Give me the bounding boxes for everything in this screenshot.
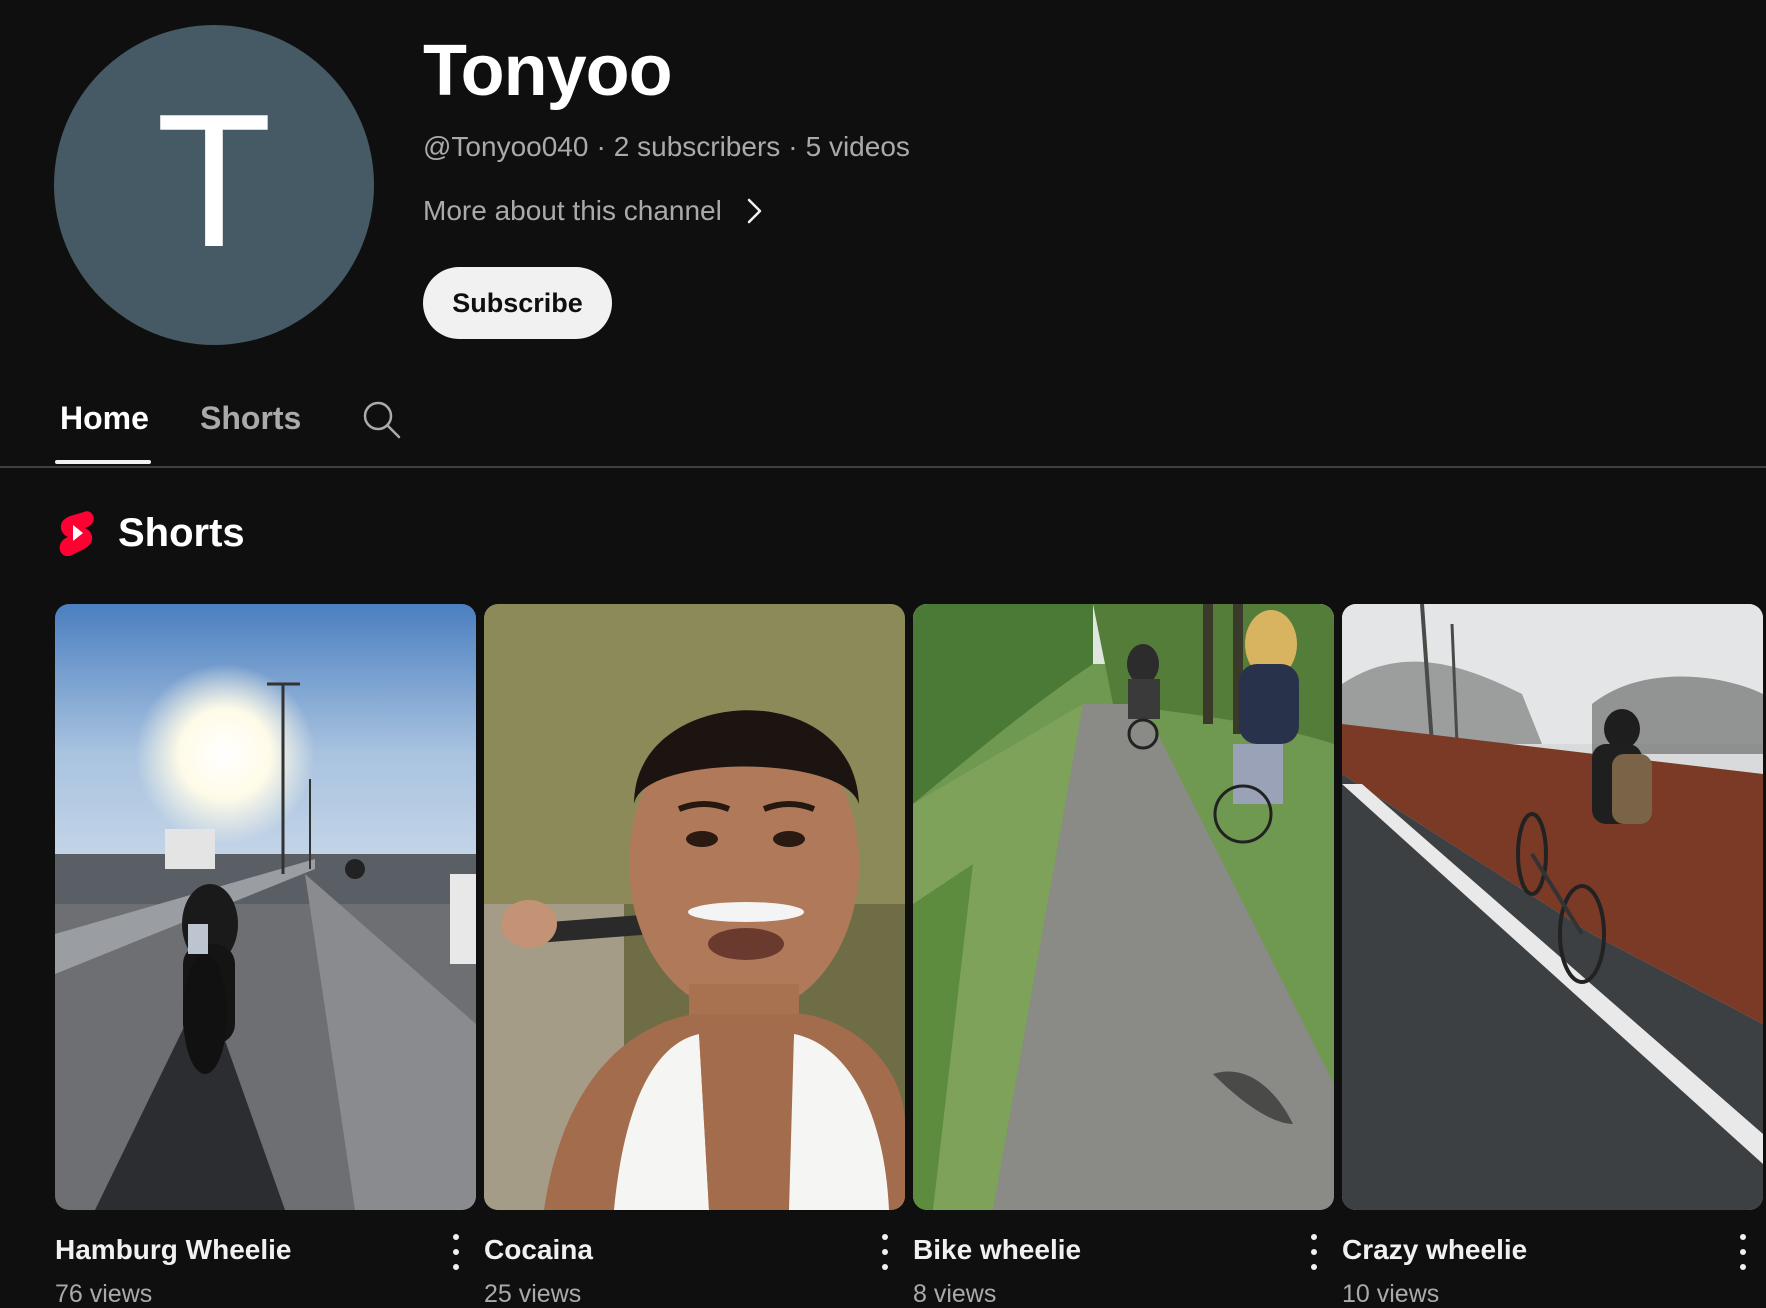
more-about-channel-link[interactable]: More about this channel (423, 194, 764, 228)
section-title: Shorts (118, 511, 245, 555)
youtube-shorts-icon (59, 511, 94, 556)
channel-handle: @Tonyoo040 (423, 131, 589, 162)
short-thumbnail[interactable] (484, 604, 905, 1210)
meta-separator: · (596, 131, 606, 162)
more-options-icon[interactable] (1304, 1234, 1324, 1270)
more-options-icon[interactable] (446, 1234, 466, 1270)
short-title[interactable]: Hamburg Wheelie (55, 1232, 291, 1268)
short-views: 76 views (55, 1280, 153, 1308)
channel-meta: @Tonyoo040 · 2 subscribers · 5 videos (423, 130, 910, 164)
tab-home[interactable]: Home (60, 398, 149, 438)
channel-name: Tonyoo (423, 31, 673, 111)
short-card[interactable]: Hamburg Wheelie 76 views (55, 604, 476, 1308)
subscriber-count: 2 subscribers (613, 131, 781, 162)
short-card[interactable]: Crazy wheelie 10 views (1342, 604, 1763, 1308)
tab-shorts[interactable]: Shorts (200, 398, 301, 438)
short-title[interactable]: Crazy wheelie (1342, 1232, 1527, 1268)
meta-separator: · (788, 131, 798, 162)
active-tab-indicator (55, 460, 151, 464)
short-thumbnail[interactable] (55, 604, 476, 1210)
short-views: 10 views (1342, 1280, 1440, 1308)
channel-avatar[interactable]: T (54, 25, 374, 345)
more-options-icon[interactable] (875, 1234, 895, 1270)
chevron-right-icon (747, 198, 762, 224)
short-views: 25 views (484, 1280, 582, 1308)
short-title[interactable]: Cocaina (484, 1232, 593, 1268)
short-card[interactable]: Cocaina 25 views (484, 604, 905, 1308)
short-title[interactable]: Bike wheelie (913, 1232, 1081, 1268)
short-thumbnail[interactable] (1342, 604, 1763, 1210)
shorts-section-header: Shorts (58, 508, 245, 558)
avatar-letter: T (155, 75, 273, 287)
video-count: 5 videos (805, 131, 910, 162)
more-about-label: More about this channel (423, 195, 722, 226)
short-thumbnail[interactable] (913, 604, 1334, 1210)
search-icon[interactable] (362, 400, 402, 445)
channel-tabs: Home Shorts (0, 380, 1766, 468)
short-card[interactable]: Bike wheelie 8 views (913, 604, 1334, 1308)
short-views: 8 views (913, 1280, 997, 1308)
subscribe-button[interactable]: Subscribe (423, 267, 612, 339)
channel-page: T Tonyoo @Tonyoo040 · 2 subscribers · 5 vide… (0, 0, 1766, 1308)
more-options-icon[interactable] (1733, 1234, 1753, 1270)
